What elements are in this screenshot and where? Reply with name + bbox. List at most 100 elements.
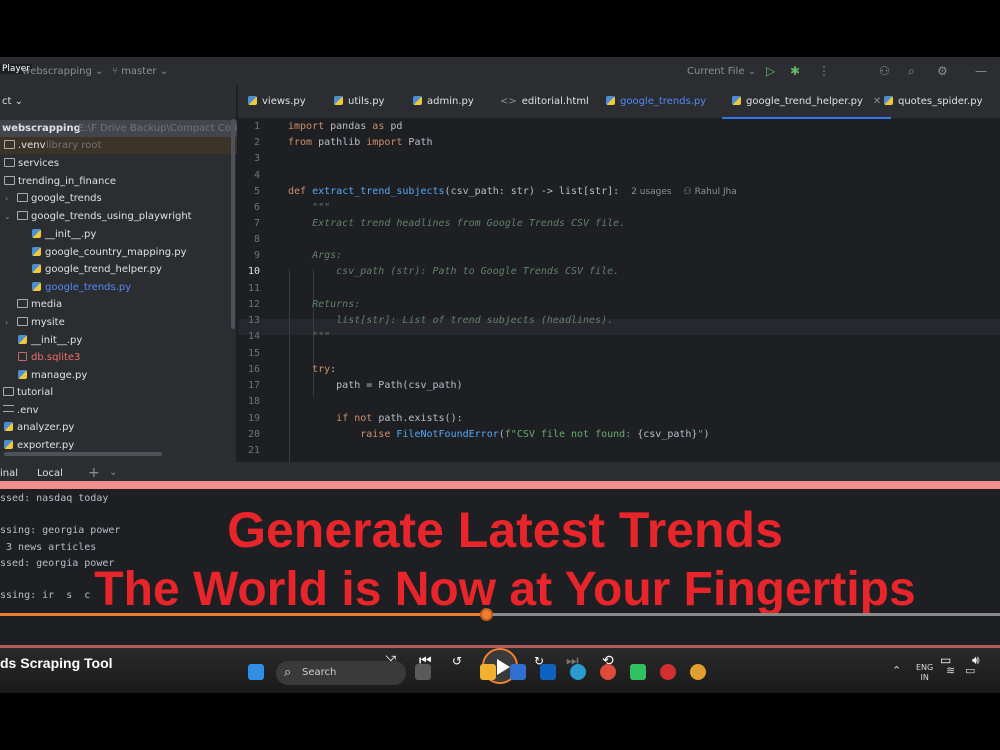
video-title: ds Scraping Tool xyxy=(0,655,113,671)
tree-item-manage-py[interactable]: manage.py xyxy=(0,367,237,384)
tree-item-webscrapping[interactable]: webscrapping E:\F Drive Backup\Compact C… xyxy=(0,120,249,137)
taskbar-search[interactable]: Search xyxy=(276,661,406,685)
video-progress-bar[interactable] xyxy=(0,613,1000,616)
line-number: 19 xyxy=(247,413,260,424)
tab-google-trend-helper-py[interactable]: google_trend_helper.py ✕ xyxy=(722,85,892,119)
tree-item-google-trends-py[interactable]: google_trends.py xyxy=(0,279,237,296)
branch-name: master xyxy=(121,66,157,77)
chevron-down-icon[interactable]: ⌄ xyxy=(109,467,117,478)
chevron-down-icon[interactable]: ⌄ xyxy=(4,208,11,225)
author-hint[interactable]: ⚇ Rahul Jha xyxy=(684,187,737,197)
line-number: 21 xyxy=(247,445,260,456)
chevron-right-icon[interactable]: › xyxy=(5,190,8,207)
task-view-icon[interactable] xyxy=(415,664,431,680)
tree-item-google-country-mapping[interactable]: google_country_mapping.py xyxy=(0,244,237,261)
tree-label: .env xyxy=(17,405,39,416)
python-file-icon xyxy=(18,370,27,379)
code-line-16: try: xyxy=(312,364,337,375)
code-line-13: list[str]: List of trend subjects (headl… xyxy=(288,315,614,326)
project-horizontal-scrollbar[interactable] xyxy=(4,452,162,456)
tree-label: google_trends_using_playwright xyxy=(31,211,192,222)
tree-item-analyzer-py[interactable]: analyzer.py xyxy=(0,419,237,436)
folder-icon xyxy=(3,387,14,396)
tree-label: google_country_mapping.py xyxy=(45,247,187,258)
code-line-14: """ xyxy=(288,331,331,342)
folder-icon xyxy=(17,211,28,220)
line-number: 2 xyxy=(253,137,260,148)
overlay-caption-line2: The World is Now at Your Fingertips xyxy=(94,563,916,616)
tree-label: tutorial xyxy=(17,387,54,398)
language-indicator[interactable]: ENG IN xyxy=(916,663,933,683)
tree-label: services xyxy=(18,158,60,169)
branch-selector[interactable]: ⑂ master ⌄ xyxy=(112,66,168,77)
mail-icon[interactable] xyxy=(510,664,526,680)
line-number: 1 xyxy=(253,121,260,132)
line-number: 17 xyxy=(247,380,260,391)
add-terminal-icon[interactable]: + xyxy=(88,465,100,481)
chrome-profile-icon[interactable] xyxy=(690,664,706,680)
chrome-icon[interactable] xyxy=(600,664,616,680)
tab-google-trends-py[interactable]: google_trends.py xyxy=(606,85,706,119)
usages-hint[interactable]: 2 usages xyxy=(631,187,671,197)
windows-taskbar: Search ⌃ ENGIN ≋ ▭ xyxy=(240,661,1000,685)
tree-item-venv[interactable]: .venv library root xyxy=(0,137,237,154)
run-icon[interactable]: ▷ xyxy=(766,64,775,78)
tree-label: .venv xyxy=(18,140,46,151)
windows-start-icon[interactable] xyxy=(248,664,264,680)
project-panel-header[interactable]: ct ⌄ xyxy=(0,85,236,119)
tree-item-google-trends[interactable]: › google_trends xyxy=(0,190,237,207)
tree-item-media[interactable]: media xyxy=(0,296,237,313)
project-vertical-scrollbar[interactable] xyxy=(231,119,235,329)
tree-hint: E:\F Drive Backup\Compact Codes xyxy=(78,123,249,134)
outlook-icon[interactable] xyxy=(540,664,556,680)
folder-icon xyxy=(17,193,28,202)
search-icon[interactable]: ⌕ xyxy=(908,64,915,79)
tab-admin-py[interactable]: admin.py xyxy=(413,85,474,119)
tray-chevron-up-icon[interactable]: ⌃ xyxy=(892,664,901,677)
tab-quotes-spider-py[interactable]: quotes_spider.py xyxy=(884,85,983,119)
branch-icon: ⑂ xyxy=(112,66,118,77)
project-panel-title: ct xyxy=(2,96,12,107)
overlay-caption-line1: Generate Latest Trends xyxy=(227,502,783,558)
code-editor[interactable]: 1 2 3 4 5 6 7 8 9 10 11 12 13 14 15 16 1… xyxy=(238,119,1000,559)
run-config-selector[interactable]: Current File ⌄ xyxy=(687,66,756,77)
line-number: 8 xyxy=(253,234,260,245)
tree-label: google_trends.py xyxy=(45,282,132,293)
edge-icon[interactable] xyxy=(570,664,586,680)
app-icon[interactable] xyxy=(660,664,676,680)
terminal-tool-label[interactable]: inal xyxy=(0,468,18,479)
tab-editorial-html[interactable]: <> editorial.html xyxy=(500,85,589,119)
tree-item-env[interactable]: .env xyxy=(0,402,237,419)
settings-gear-icon[interactable]: ⚙ xyxy=(937,64,948,78)
volume-icon[interactable]: 🔊︎ xyxy=(972,653,980,668)
tree-item-google-trend-helper[interactable]: google_trend_helper.py xyxy=(0,261,237,278)
tree-item-services[interactable]: services xyxy=(0,155,237,172)
add-user-icon[interactable]: ⚇ xyxy=(879,64,890,78)
tree-item-init-py-root[interactable]: __init__.py xyxy=(0,332,237,349)
tree-item-tutorial[interactable]: tutorial xyxy=(0,384,237,401)
database-file-icon xyxy=(18,352,27,361)
chevron-right-icon[interactable]: › xyxy=(5,314,8,331)
python-file-icon xyxy=(32,264,41,273)
pycharm-icon[interactable] xyxy=(630,664,646,680)
code-line-1: import pandas as pd xyxy=(288,121,403,132)
video-progress-handle[interactable] xyxy=(480,608,493,621)
close-icon[interactable]: ✕ xyxy=(873,96,881,107)
tree-item-db-sqlite3[interactable]: db.sqlite3 xyxy=(0,349,237,366)
tree-item-init-py[interactable]: __init__.py xyxy=(0,226,237,243)
tab-utils-py[interactable]: utils.py xyxy=(334,85,384,119)
file-explorer-icon[interactable] xyxy=(480,664,496,680)
language-top: ENG xyxy=(916,663,934,672)
line-number: 9 xyxy=(253,250,260,261)
tree-item-trending-in-finance[interactable]: trending_in_finance xyxy=(0,173,237,190)
minimize-icon[interactable]: — xyxy=(975,64,987,78)
folder-icon xyxy=(4,140,15,149)
captions-icon[interactable]: ▭ xyxy=(940,653,951,667)
more-icon[interactable]: ⋮ xyxy=(818,64,830,78)
debug-icon[interactable]: ✱ xyxy=(790,64,800,78)
tab-views-py[interactable]: views.py xyxy=(248,85,306,119)
tree-item-mysite[interactable]: › mysite xyxy=(0,314,237,331)
project-selector[interactable]: webscrapping ⌄ xyxy=(22,66,103,77)
line-number-current: 10 xyxy=(247,266,260,277)
tree-item-google-trends-using-playwright[interactable]: ⌄ google_trends_using_playwright xyxy=(0,208,237,225)
